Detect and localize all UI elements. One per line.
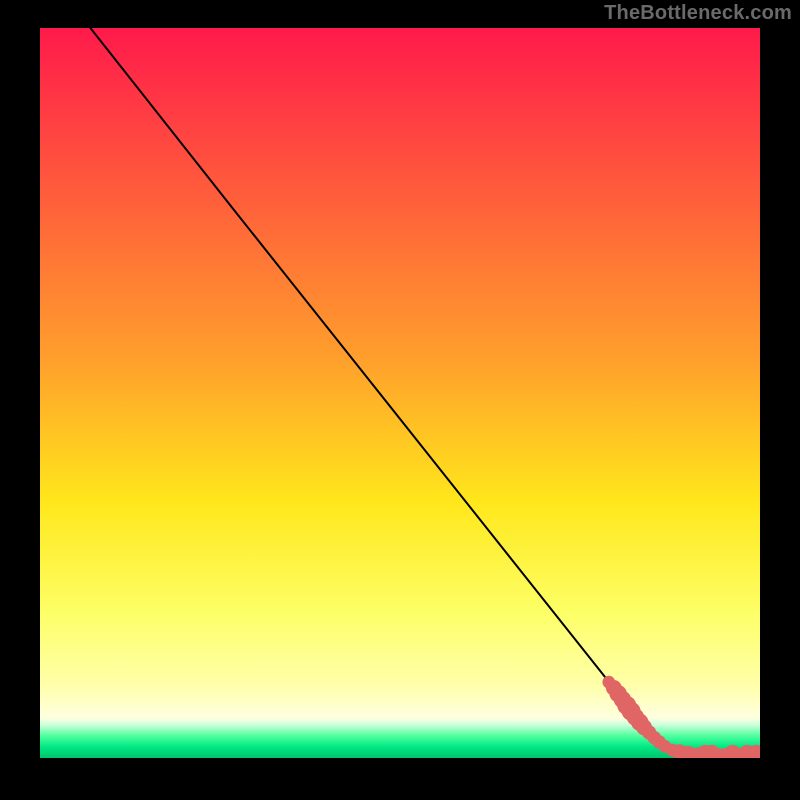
chart-frame: TheBottleneck.com bbox=[0, 0, 800, 800]
plot-area bbox=[40, 28, 760, 758]
attribution-label: TheBottleneck.com bbox=[604, 2, 792, 25]
chart-svg bbox=[40, 28, 760, 758]
gradient-background bbox=[40, 28, 760, 758]
